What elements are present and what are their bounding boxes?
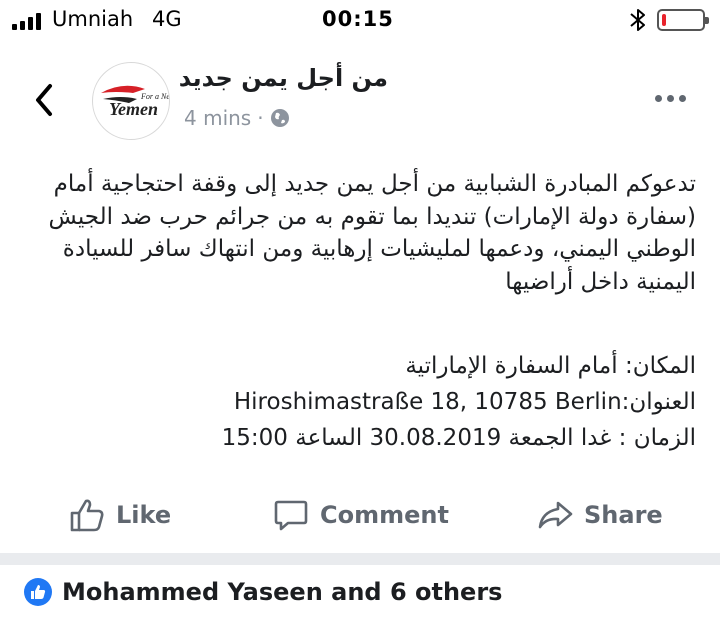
hour-value: 15:00 (221, 425, 288, 451)
page-avatar[interactable]: For a New Yemen (92, 62, 170, 140)
section-divider (0, 553, 720, 565)
share-label: Share (584, 501, 663, 529)
chevron-left-icon (36, 84, 52, 116)
comment-label: Comment (320, 501, 449, 529)
date-value: 30.08.2019 (369, 425, 502, 451)
yemen-logo: For a New Yemen (101, 85, 169, 119)
event-place: المكان: أمام السفارة الإماراتية (405, 353, 696, 379)
globe-icon (270, 109, 289, 127)
post-meta: 4 mins · (184, 106, 290, 130)
post-text: تدعوكم المبادرة الشبابية من أجل يمن جديد… (48, 171, 697, 295)
reactions-summary[interactable]: Mohammed Yaseen and 6 others (24, 578, 502, 606)
logo-text-yemen: Yemen (109, 99, 158, 119)
share-button[interactable]: Share (536, 490, 663, 540)
status-time: 00:15 (322, 7, 394, 31)
hour-label: الساعة (295, 425, 363, 451)
comment-button[interactable]: Comment (272, 490, 449, 540)
like-reaction-icon (24, 578, 52, 606)
carrier-name: Umniah (52, 7, 134, 31)
like-label: Like (116, 501, 172, 529)
more-options-button[interactable] (655, 88, 691, 108)
post-actions: Like Comment Share (0, 490, 720, 540)
battery-level (662, 14, 666, 26)
post-time[interactable]: 4 mins (184, 106, 251, 130)
event-address: العنوان:Hiroshimastraße 18, 10785 Berlin (24, 384, 696, 420)
status-bar: Umniah 4G 00:15 (0, 0, 720, 40)
event-time: الزمان : غدا الجمعة 30.08.2019 الساعة 15… (24, 420, 696, 456)
comment-bubble-icon (274, 500, 308, 531)
event-details: المكان: أمام السفارة الإماراتية العنوان:… (24, 348, 696, 456)
page-name[interactable]: من أجل يمن جديد (179, 64, 388, 92)
share-arrow-icon (538, 501, 573, 529)
thumbs-up-icon (70, 499, 104, 532)
address-label: العنوان: (621, 389, 696, 415)
battery-icon (657, 9, 709, 31)
time-label: الزمان : غدا الجمعة (508, 425, 696, 451)
network-type: 4G (152, 7, 182, 31)
more-horizontal-icon (655, 94, 662, 102)
reactions-text: Mohammed Yaseen and 6 others (62, 578, 503, 606)
back-button[interactable] (30, 82, 60, 118)
bluetooth-icon (630, 9, 645, 31)
signal-strength-icon (12, 12, 41, 30)
address-value[interactable]: Hiroshimastraße 18, 10785 Berlin (234, 389, 622, 415)
meta-separator: · (257, 106, 264, 130)
like-button[interactable]: Like (68, 490, 171, 540)
